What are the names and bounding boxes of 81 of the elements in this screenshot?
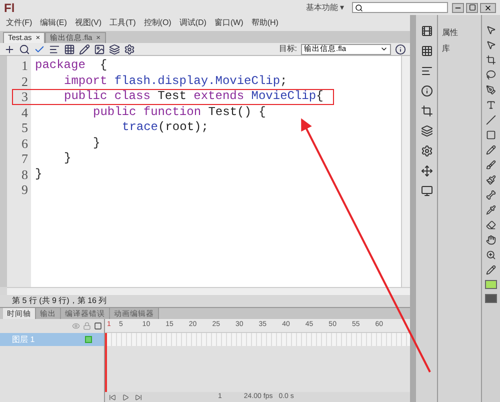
code-line: } — [93, 136, 100, 151]
menu-item[interactable]: 调试(D) — [179, 17, 206, 29]
maximize-button[interactable] — [466, 2, 478, 12]
target-label: 目标: — [278, 43, 297, 55]
image-icon[interactable] — [94, 44, 105, 54]
fill-color-swatch[interactable] — [485, 280, 497, 289]
line-number: 8 — [20, 166, 29, 182]
menu-item[interactable]: 帮助(H) — [251, 17, 278, 29]
code-line: import flash.display.MovieClip; — [64, 74, 288, 89]
pencil-icon[interactable] — [79, 44, 90, 54]
check-icon[interactable] — [34, 44, 45, 54]
line-number: 7 — [20, 151, 29, 166]
horizontal-scrollbar[interactable] — [7, 287, 410, 295]
code-line: } — [64, 151, 72, 166]
tool-icon[interactable] — [486, 175, 496, 185]
search-field[interactable] — [352, 2, 448, 13]
tool-icon[interactable] — [486, 190, 496, 200]
tool-icon[interactable] — [486, 70, 496, 80]
add-icon[interactable] — [4, 44, 15, 54]
help-icon[interactable] — [395, 44, 406, 54]
search-icon — [355, 4, 363, 12]
panel-icon[interactable] — [420, 25, 432, 37]
tool-icon[interactable] — [486, 100, 496, 110]
first-frame-icon[interactable] — [109, 394, 116, 400]
tool-icon[interactable] — [486, 250, 496, 260]
tool-icon[interactable] — [486, 205, 496, 215]
last-frame-icon[interactable] — [135, 394, 142, 400]
search-icon[interactable] — [19, 44, 30, 54]
tool-icon[interactable] — [486, 265, 496, 275]
layers-icon[interactable] — [109, 44, 120, 54]
gear-icon[interactable] — [124, 44, 135, 54]
tool-icon[interactable] — [486, 160, 496, 170]
grid-icon[interactable] — [64, 44, 75, 54]
close-button[interactable] — [480, 2, 496, 12]
panel-icon[interactable] — [420, 165, 432, 177]
line-number: 4 — [20, 104, 29, 120]
maximize-icon — [468, 4, 476, 11]
code-line: package { — [35, 58, 108, 74]
stroke-color-swatch[interactable] — [485, 294, 497, 303]
menu-item[interactable]: 控制(O) — [144, 17, 172, 29]
code-line: public function Test() { — [93, 104, 266, 120]
tool-icon[interactable] — [486, 55, 496, 65]
status-text: 第 5 行 (共 9 行)，第 16 列 — [12, 295, 107, 307]
vertical-scrollbar[interactable] — [401, 56, 410, 287]
line-number: 3 — [20, 89, 29, 104]
app-logo: Fl — [4, 0, 15, 16]
line-number: 2 — [20, 74, 29, 89]
tool-icon[interactable] — [486, 220, 496, 230]
outline-icon[interactable] — [94, 322, 102, 330]
line-number: 9 — [20, 182, 29, 198]
line-number: 1 — [20, 58, 29, 74]
tool-icon[interactable] — [486, 235, 496, 245]
panel-button[interactable]: 库 — [438, 41, 481, 57]
caret-icon — [380, 45, 388, 53]
code-editor[interactable]: 1 package { 2 import flash.display.MovieClip; 3 public class Test extends MovieClip{ 4 public function Test() { 5 trace(root); 6 } 7 } 8 } 9 — [0, 56, 410, 287]
tool-icon[interactable] — [486, 85, 496, 95]
line-number: 6 — [20, 136, 29, 151]
menu-item[interactable]: 文件(F) — [6, 17, 32, 29]
tool-icon[interactable] — [486, 145, 496, 155]
panel-icon[interactable] — [420, 125, 432, 137]
minimize-button[interactable] — [452, 2, 464, 12]
close-icon — [484, 4, 492, 12]
menu-item[interactable]: 视图(V) — [74, 17, 102, 29]
menu-item[interactable]: 窗口(W) — [214, 17, 244, 29]
panel-icon[interactable] — [420, 45, 432, 57]
line-number: 5 — [20, 120, 29, 136]
panel-icon[interactable] — [420, 185, 432, 197]
play-icon[interactable] — [122, 394, 129, 400]
align-icon[interactable] — [49, 44, 60, 54]
panel-icon[interactable] — [420, 145, 432, 157]
workspace-switcher[interactable]: 基本功能 ▾ — [306, 2, 344, 14]
menu-item[interactable]: 工具(T) — [110, 17, 136, 29]
panel-icon[interactable] — [420, 85, 432, 97]
panel-icon[interactable] — [420, 105, 432, 117]
panel-button[interactable]: 属性 — [438, 25, 481, 41]
code-line: public class Test extends MovieClip{ — [64, 89, 324, 104]
panel-icon[interactable] — [420, 65, 432, 77]
code-line: } — [35, 166, 42, 182]
code-line: trace(root); — [122, 120, 208, 136]
menu-item[interactable]: 编辑(E) — [40, 17, 67, 29]
layer-color-icon — [85, 336, 92, 343]
